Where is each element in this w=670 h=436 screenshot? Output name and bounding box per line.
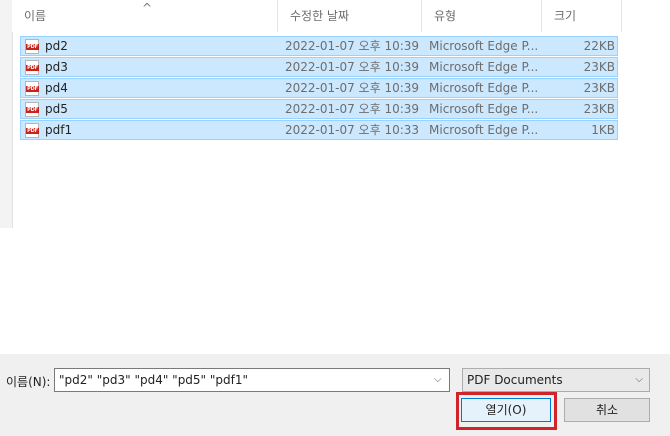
file-size: 23KB: [583, 102, 615, 116]
file-type: Microsoft Edge P...: [429, 60, 539, 74]
column-header-modified[interactable]: 수정한 날짜: [278, 0, 422, 32]
chevron-down-icon[interactable]: ⌵: [434, 374, 442, 385]
file-type: Microsoft Edge P...: [429, 81, 539, 95]
pdf-file-icon: PDF: [25, 60, 39, 75]
file-name: pd2: [45, 39, 68, 53]
file-type-value: PDF Documents: [467, 373, 563, 387]
column-header-modified-label: 수정한 날짜: [290, 9, 350, 23]
column-header-size-label: 크기: [554, 9, 577, 23]
pdf-file-icon: PDF: [25, 81, 39, 96]
column-header-name-label: 이름: [24, 9, 47, 23]
file-row[interactable]: PDF pd5 2022-01-07 오후 10:39 Microsoft Ed…: [20, 99, 618, 119]
file-open-dialog: 이름 ^ 수정한 날짜 유형 크기 PDF pd2 2022-01-07 오후 …: [0, 0, 670, 436]
file-modified: 2022-01-07 오후 10:39: [285, 102, 420, 116]
file-row[interactable]: PDF pd3 2022-01-07 오후 10:39 Microsoft Ed…: [20, 57, 618, 77]
file-modified: 2022-01-07 오후 10:39: [285, 81, 420, 95]
file-row[interactable]: PDF pdf1 2022-01-07 오후 10:33 Microsoft E…: [20, 120, 618, 140]
file-modified: 2022-01-07 오후 10:39: [285, 60, 420, 74]
file-type: Microsoft Edge P...: [429, 123, 539, 137]
file-row[interactable]: PDF pd4 2022-01-07 오후 10:39 Microsoft Ed…: [20, 78, 618, 98]
file-rows: PDF pd2 2022-01-07 오후 10:39 Microsoft Ed…: [20, 36, 618, 141]
pdf-file-icon: PDF: [25, 39, 39, 54]
chevron-down-icon: ⌵: [635, 374, 643, 385]
pdf-file-icon: PDF: [25, 123, 39, 138]
sort-ascending-icon: ^: [142, 1, 153, 15]
pdf-file-icon: PDF: [25, 102, 39, 117]
file-name: pdf1: [45, 123, 73, 137]
column-header: 이름 ^ 수정한 날짜 유형 크기: [12, 0, 622, 32]
column-header-size[interactable]: 크기: [542, 0, 622, 32]
file-size: 22KB: [583, 39, 615, 53]
file-type: Microsoft Edge P...: [429, 39, 539, 53]
file-size: 23KB: [583, 60, 615, 74]
file-type-select[interactable]: PDF Documents ⌵: [462, 368, 650, 392]
file-modified: 2022-01-07 오후 10:39: [285, 39, 420, 53]
column-header-name[interactable]: 이름 ^: [12, 0, 278, 32]
file-name-input[interactable]: "pd2" "pd3" "pd4" "pd5" "pdf1": [54, 368, 450, 392]
dialog-footer: 이름(N): "pd2" "pd3" "pd4" "pd5" "pdf1" ⌵ …: [0, 354, 670, 436]
file-name: pd3: [45, 60, 68, 74]
navigation-pane-edge: [0, 0, 13, 228]
file-row[interactable]: PDF pd2 2022-01-07 오후 10:39 Microsoft Ed…: [20, 36, 618, 56]
column-header-type[interactable]: 유형: [422, 0, 542, 32]
file-modified: 2022-01-07 오후 10:33: [285, 123, 420, 137]
column-header-type-label: 유형: [434, 9, 457, 23]
file-name: pd5: [45, 102, 68, 116]
file-name: pd4: [45, 81, 68, 95]
file-name-label: 이름(N):: [6, 375, 51, 389]
cancel-button[interactable]: 취소: [564, 398, 650, 422]
file-size: 23KB: [583, 81, 615, 95]
highlight-box: [456, 392, 557, 430]
file-list-area[interactable]: 이름 ^ 수정한 날짜 유형 크기 PDF pd2 2022-01-07 오후 …: [0, 0, 670, 354]
file-type: Microsoft Edge P...: [429, 102, 539, 116]
file-size: 1KB: [591, 123, 615, 137]
